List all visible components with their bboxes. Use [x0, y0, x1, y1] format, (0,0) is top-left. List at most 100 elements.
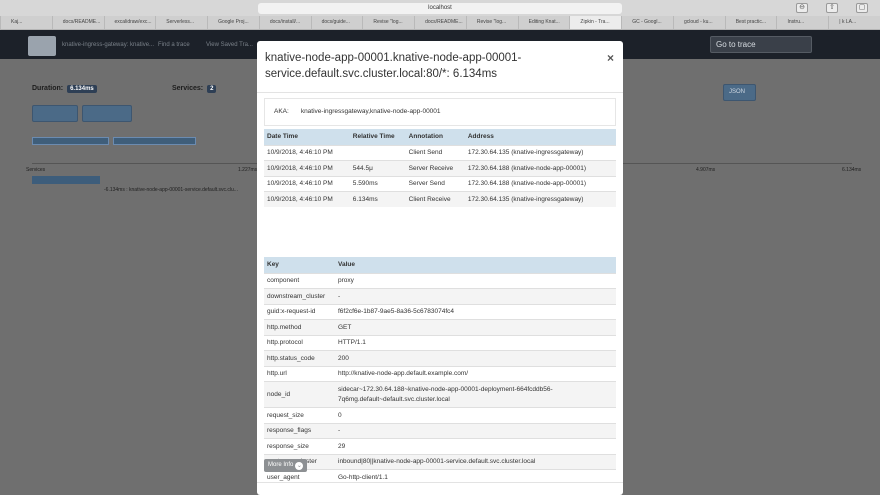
table-row: 10/9/2018, 4:46:10 PM 6.134ms Client Recei… — [264, 191, 616, 207]
browser-tab[interactable]: docs/README... — [51, 16, 104, 29]
table-cell: sidecar~172.30.64.188~knative-node-app-0… — [335, 381, 616, 408]
table-cell: http.protocol — [264, 334, 335, 351]
table-row: request_size 0 — [264, 407, 616, 423]
duration-label: Duration: — [32, 85, 64, 92]
table-cell: http.method — [264, 319, 335, 335]
browser-tab[interactable]: docs/guide... — [310, 16, 363, 29]
browser-toolbar: ⊖ ⇧ ▢ localhost Kaj... docs/README... exca… — [0, 0, 880, 30]
table-cell: 172.30.64.188 (knative-node-app-00001) — [464, 160, 616, 176]
table-cell: GET — [335, 319, 616, 335]
tab-strip: Kaj... docs/README... excalidraw/exc... Ser… — [0, 16, 880, 29]
timeline-tick: 6.134ms — [842, 167, 862, 173]
download-icon[interactable]: ⊖ — [796, 3, 808, 13]
browser-tab[interactable]: Instru... — [776, 16, 829, 29]
table-cell: Server Receive — [405, 160, 465, 176]
browser-tab[interactable]: gcloud - ku... — [672, 16, 725, 29]
table-cell: 172.30.64.135 (knative-ingressgateway) — [464, 191, 616, 207]
table-cell: response_size — [264, 438, 335, 454]
service-filter-pill-1[interactable] — [32, 137, 109, 145]
table-cell: http://knative-node-app.default.example.… — [335, 365, 616, 382]
table-cell: f6f2cf6e-1b87-9ae5-8a36-5c6783074fc4 — [335, 303, 616, 320]
nav-link-service[interactable]: knative-ingress-gateway: knative... — [62, 42, 154, 48]
table-cell: guid:x-request-id — [264, 303, 335, 320]
table-row: http.status_code 200 — [264, 350, 616, 366]
table-cell: http.url — [264, 365, 335, 382]
table-row: component proxy — [264, 272, 616, 289]
nav-link-saved-trace[interactable]: View Saved Tra... — [206, 42, 253, 48]
aka-box: AKA: knative-ingressgateway,knative-node-… — [264, 98, 616, 126]
nav-link-find-trace[interactable]: Find a trace — [158, 42, 190, 48]
span-detail-modal: knative-node-app-00001.knative-node-app-… — [257, 41, 623, 495]
goto-trace-input[interactable]: Go to trace — [710, 36, 812, 53]
timeline-tick: 4.907ms — [696, 167, 716, 173]
browser-tab[interactable]: docs/install/... — [258, 16, 311, 29]
table-cell: Client Receive — [405, 191, 465, 207]
browser-tab[interactable]: Revise "log... — [362, 16, 415, 29]
table-row: http.protocol HTTP/1.1 — [264, 334, 616, 351]
modal-divider — [257, 92, 623, 93]
table-cell: 5.590ms — [349, 175, 406, 192]
column-header: Key — [264, 257, 335, 273]
browser-tab[interactable]: Kaj... — [0, 16, 52, 29]
browser-tab[interactable]: Best practic... — [724, 16, 777, 29]
services-label: Services: — [172, 85, 204, 92]
table-cell: response_flags — [264, 422, 335, 439]
services-row-label: Services — [26, 167, 46, 173]
table-cell: Server Send — [405, 175, 465, 192]
timeline-tick: 1.227ms — [238, 167, 258, 173]
browser-tab[interactable]: | k LA... — [828, 16, 880, 29]
table-cell: 544.5μ — [349, 160, 406, 176]
span-service-bar[interactable] — [32, 176, 100, 184]
browser-tab[interactable]: GC - Googl... — [621, 16, 673, 29]
json-button[interactable]: JSON — [723, 84, 756, 101]
more-info-button[interactable]: More Info ⌄ — [264, 459, 308, 472]
table-cell: http.status_code — [264, 350, 335, 366]
table-row: downstream_cluster - — [264, 288, 616, 304]
services-badge: 2 — [207, 85, 217, 93]
table-row: 10/9/2018, 4:46:10 PM 544.5μ Server Receiv… — [264, 160, 616, 176]
table-cell: 0 — [335, 407, 616, 423]
table-row: guid:x-request-id f6f2cf6e-1b87-9ae5-8a36… — [264, 303, 616, 320]
table-row: 10/9/2018, 4:46:10 PM 5.590ms Server Send 1… — [264, 175, 616, 192]
browser-tab[interactable]: Google Proj... — [207, 16, 259, 29]
browser-tab[interactable]: excalidraw/exc... — [103, 16, 156, 29]
table-cell: 200 — [335, 350, 616, 366]
browser-tab[interactable]: Serverless... — [155, 16, 208, 29]
tabs-overview-icon[interactable]: ▢ — [856, 3, 868, 13]
column-header: Date Time — [264, 129, 350, 145]
table-cell: Client Send — [405, 144, 465, 161]
table-row: upstream_clusterinbound|80||knative-node… — [264, 453, 616, 470]
more-info-label: More Info — [268, 462, 294, 468]
browser-tab[interactable]: Editing Knat... — [517, 16, 570, 29]
aka-value: knative-ingressgateway,knative-node-app-… — [300, 108, 441, 115]
table-cell: 10/9/2018, 4:46:10 PM — [264, 144, 350, 161]
table-cell: 10/9/2018, 4:46:10 PM — [264, 191, 350, 207]
annotations-table: Date Time Relative Time Annotation Address … — [264, 129, 616, 207]
table-cell: HTTP/1.1 — [335, 334, 616, 351]
span-label[interactable]: -6.134ms : knative-node-app-00001-servic… — [104, 187, 238, 193]
aka-label: AKA: — [274, 108, 289, 115]
chevron-down-icon: ⌄ — [295, 462, 304, 470]
browser-tab[interactable]: Zipkin - Tra... — [569, 16, 622, 29]
table-cell: 172.30.64.188 (knative-node-app-00001) — [464, 175, 616, 192]
column-header: Relative Time — [349, 129, 406, 145]
table-cell: inbound|80||knative-node-app-00001-servi… — [335, 453, 616, 470]
services-summary: Services: 2 — [172, 85, 217, 93]
table-row: http.method GET — [264, 319, 616, 335]
column-header: Annotation — [405, 129, 465, 145]
expand-all-button[interactable] — [32, 105, 78, 122]
table-cell: node_id — [264, 381, 335, 408]
collapse-all-button[interactable] — [82, 105, 132, 122]
table-cell: downstream_cluster — [264, 288, 335, 304]
address-bar[interactable]: localhost — [258, 3, 622, 14]
browser-tab[interactable]: docs/README... — [414, 16, 466, 29]
service-filter-pill-2[interactable] — [113, 137, 196, 145]
duration-summary: Duration: 6.134ms — [32, 85, 97, 93]
browser-tab[interactable]: Revise "log... — [465, 16, 518, 29]
modal-title: knative-node-app-00001.knative-node-app-… — [265, 52, 522, 80]
table-cell: 10/9/2018, 4:46:10 PM — [264, 160, 350, 176]
table-cell: component — [264, 272, 335, 289]
share-icon[interactable]: ⇧ — [826, 3, 838, 13]
close-icon[interactable]: × — [607, 51, 614, 65]
table-cell: 29 — [335, 438, 616, 454]
